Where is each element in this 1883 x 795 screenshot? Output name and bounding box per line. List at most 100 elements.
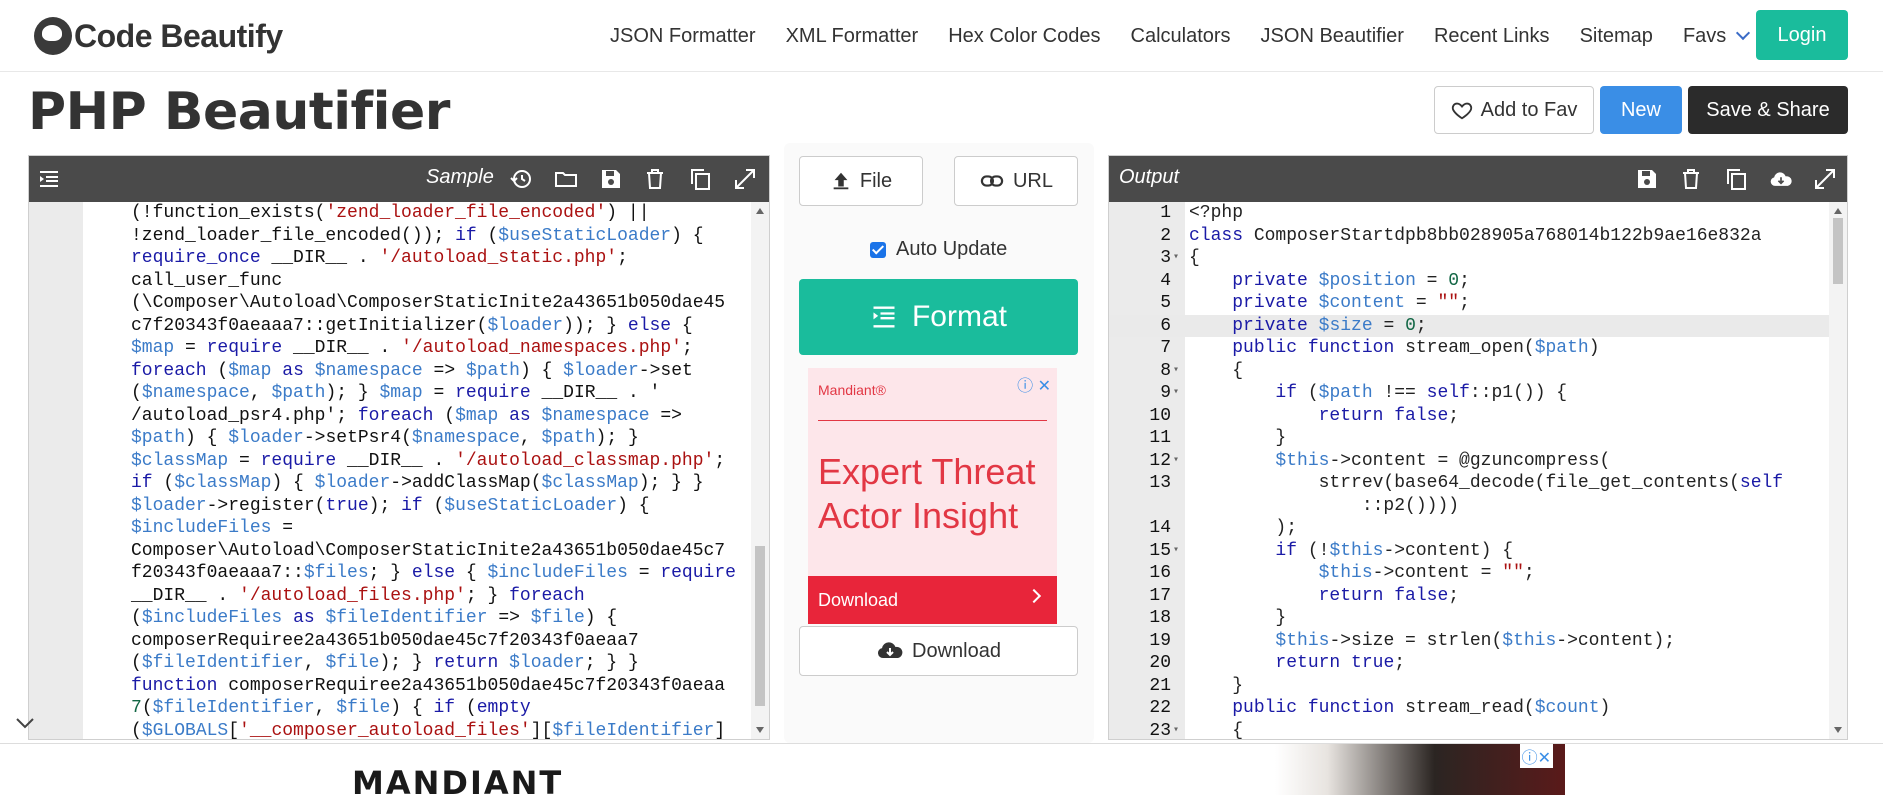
input-code-line: (!function_exists('zend_loader_file_enco… [131,203,650,223]
output-code-line: ); [1189,518,1298,538]
site-logo[interactable]: Code Beautify [34,12,283,60]
fold-toggle-icon[interactable]: ▾ [1173,360,1179,383]
output-code-line: private $content = ""; [1232,293,1470,313]
save-share-button[interactable]: Save & Share [1688,86,1848,134]
input-code-line: __DIR__ . '/autoload_files.php'; } forea… [131,585,585,606]
output-scroll-thumb[interactable] [1833,218,1843,284]
ad-close-icon[interactable]: ⓘ✕ [1519,744,1553,768]
heart-icon [1451,102,1472,120]
input-code-editor[interactable]: (!function_exists('zend_loader_file_enco… [29,202,769,739]
input-code-line: foreach ($map as $namespace => $path) { … [131,360,693,381]
file-upload-button[interactable]: File [799,156,923,206]
ad-bottom-brand: MANDIANT [352,764,564,795]
line-number: 3 [1160,248,1171,268]
output-code-line: } [1189,428,1287,448]
login-button[interactable]: Login [1756,10,1848,60]
cloud-download-icon [878,642,903,658]
input-code-line: composerRequiree2a43651b050dae45c7f20343… [131,630,639,651]
copy-icon[interactable] [1724,167,1748,191]
output-code-line: $this->content = @gzuncompress( [1275,450,1611,471]
scroll-down-icon[interactable] [1834,727,1842,733]
add-to-fav-button[interactable]: Add to Fav [1434,86,1594,134]
fold-toggle-icon[interactable]: ▾ [1173,720,1179,740]
output-scrollbar[interactable] [1829,202,1847,739]
nav-hex-color-codes[interactable]: Hex Color Codes [948,25,1100,48]
ad-headline: Expert Threat Actor Insight [818,451,1036,536]
cloud-download-icon[interactable] [1769,167,1793,191]
top-navbar: Code Beautify JSON Formatter XML Formatt… [0,0,1883,72]
line-number: 8 [1160,360,1171,381]
input-code-line: $loader->register(true); if ($useStaticL… [131,495,650,516]
line-number: 9 [1160,383,1171,403]
history-icon[interactable] [509,167,533,191]
input-code-line: $classMap = require __DIR__ . '/autoload… [131,450,726,471]
input-code-line: ($fileIdentifier, $file); } return $load… [131,653,639,673]
scroll-up-icon[interactable] [1834,208,1842,214]
nav-recent-links[interactable]: Recent Links [1434,25,1550,48]
input-panel-label: Sample [426,166,494,188]
chevron-down-icon[interactable] [14,712,36,734]
auto-update-checkbox[interactable] [870,241,886,258]
trash-icon[interactable] [1679,167,1703,191]
output-panel-label: Output [1119,166,1180,188]
format-button[interactable]: Format [799,279,1078,355]
format-icon [873,306,895,328]
nav-sitemap[interactable]: Sitemap [1580,25,1653,48]
input-code-line: ($namespace, $path); } $map = require __… [131,383,661,403]
line-number: 14 [1149,518,1171,538]
fold-toggle-icon[interactable]: ▾ [1173,450,1179,473]
bottom-advertisement[interactable]: MANDIANT ⓘ✕ [310,744,1565,795]
download-button[interactable]: Download [799,626,1078,676]
ad-close-icon[interactable]: ⓘ ✕ [1017,372,1051,396]
copy-icon[interactable] [688,167,712,191]
nav-json-beautifier[interactable]: JSON Beautifier [1261,25,1404,48]
input-editor-panel: Sample (!function_exists('zend_loader_fi… [28,155,770,740]
ad-download-label: Download [818,589,899,610]
nav-links: JSON Formatter XML Formatter Hex Color C… [610,0,1778,72]
save-icon[interactable] [599,167,623,191]
output-code-line: return false; [1318,585,1460,606]
trash-icon[interactable] [643,167,667,191]
fold-toggle-icon[interactable]: ▾ [1173,382,1179,405]
output-code-line: public function stream_open($path) [1232,338,1600,358]
line-number: 12 [1149,450,1171,471]
url-button[interactable]: URL [954,156,1078,206]
input-code-line: $includeFiles = [131,518,294,538]
folder-icon[interactable] [554,167,578,191]
scroll-up-icon[interactable] [756,208,764,214]
input-code-line: !zend_loader_file_encoded()); if ($useSt… [131,225,704,246]
nav-favs[interactable]: Favs [1683,25,1751,48]
new-button[interactable]: New [1600,86,1682,134]
nav-xml-formatter[interactable]: XML Formatter [786,25,919,48]
input-scrollbar[interactable] [751,202,769,739]
fold-toggle-icon[interactable]: ▾ [1173,540,1179,563]
output-code-line: return true; [1275,653,1406,673]
line-number: 6 [1160,315,1171,336]
output-code-editor[interactable]: 1 <?php 2 class ComposerStartdpb8bb028905a7… [1109,202,1847,739]
output-code-line: } [1189,675,1244,696]
input-code-line: if ($classMap) { $loader->addClassMap($c… [131,473,704,493]
scroll-down-icon[interactable] [756,727,764,733]
output-code-line: $this->content = ""; [1318,563,1535,583]
ad-download-button[interactable]: Download [808,576,1057,624]
nav-calculators[interactable]: Calculators [1131,25,1231,48]
line-number: 18 [1149,608,1171,628]
fullscreen-icon[interactable] [733,167,757,191]
side-advertisement[interactable]: ⓘ ✕ Mandiant® Expert Threat Actor Insigh… [808,368,1057,624]
input-code-line: /autoload_psr4.php'; foreach ($map as $n… [131,405,682,426]
line-number: 21 [1149,675,1171,696]
fold-toggle-icon[interactable]: ▾ [1173,247,1179,270]
ad-divider [818,420,1047,421]
line-number: 11 [1149,428,1171,448]
fullscreen-icon[interactable] [1813,167,1837,191]
auto-update-option[interactable]: Auto Update [870,238,1007,261]
logo-text: Code Beautify [74,17,283,54]
auto-update-label: Auto Update [896,238,1008,260]
add-to-fav-label: Add to Fav [1480,98,1578,121]
indent-icon[interactable] [37,167,61,191]
output-code-line: { [1189,248,1200,268]
input-scroll-thumb[interactable] [755,546,765,706]
nav-json-formatter[interactable]: JSON Formatter [610,25,756,48]
save-icon[interactable] [1635,167,1659,191]
output-code-line: if (!$this->content) { [1275,540,1514,561]
